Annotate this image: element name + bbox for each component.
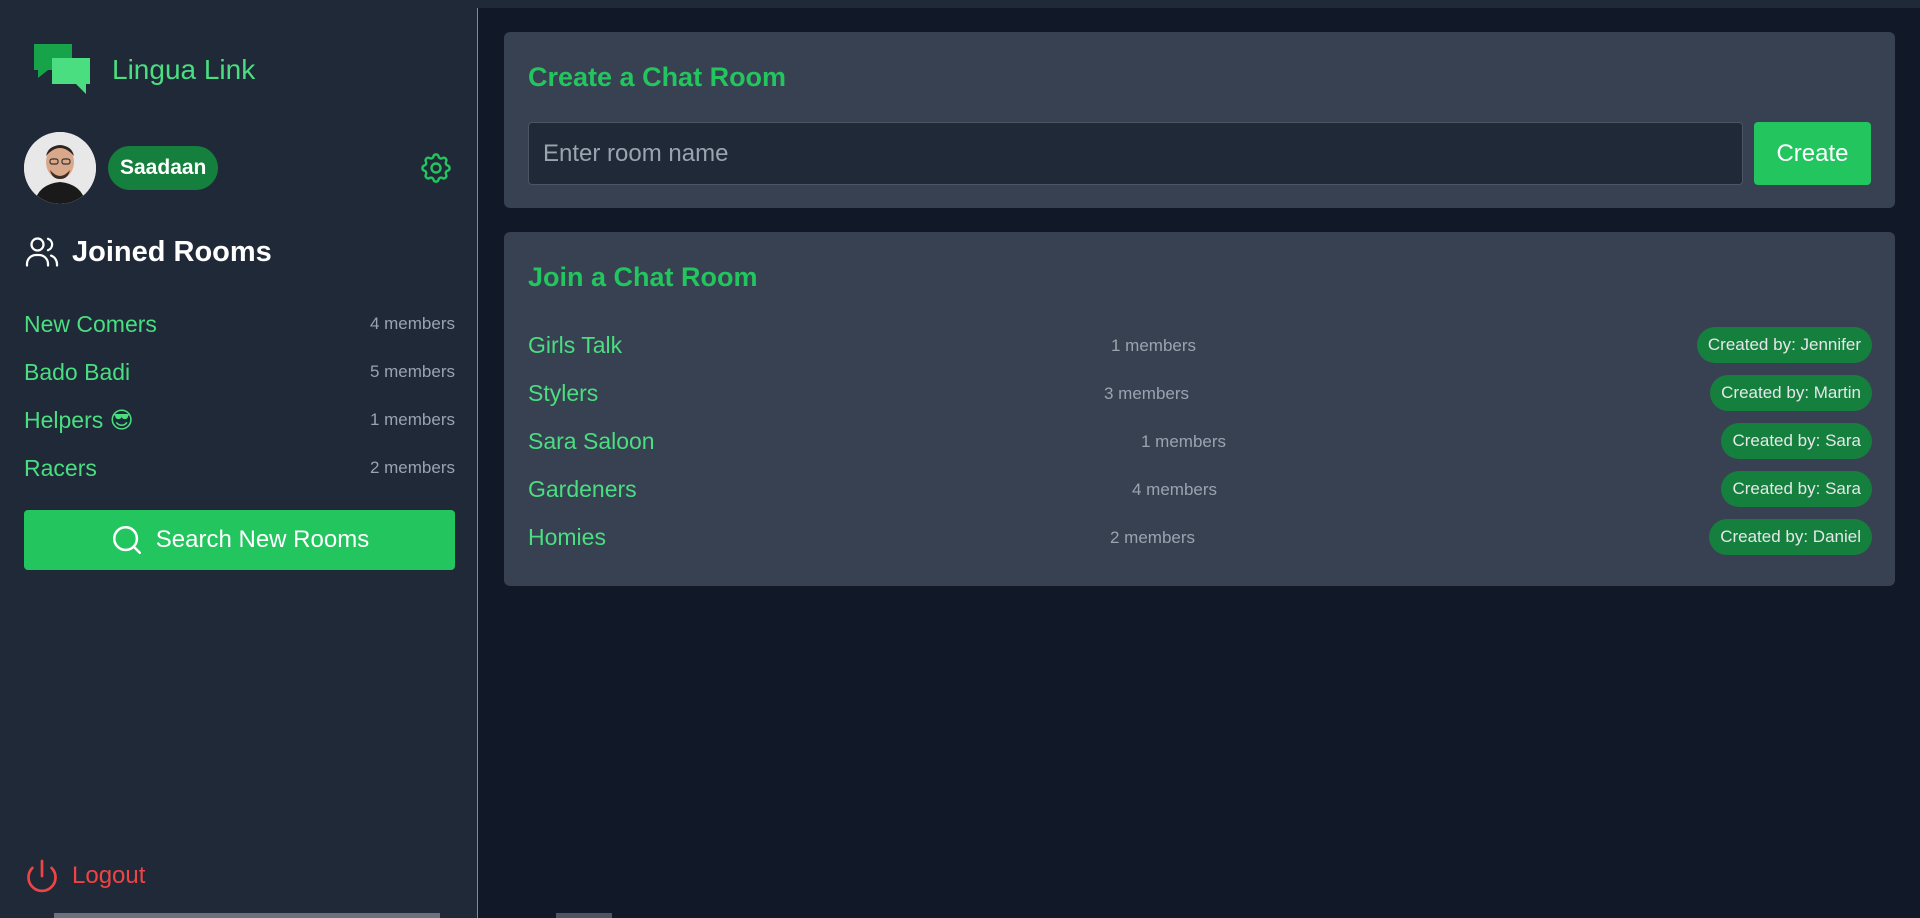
room-name-input[interactable] <box>528 122 1743 185</box>
join-room-name[interactable]: Homies <box>528 524 606 551</box>
joined-room-members: 4 members <box>369 314 455 333</box>
join-room-name[interactable]: Gardeners <box>528 476 637 503</box>
joined-room-name: Racers <box>24 454 97 481</box>
join-room-title: Join a Chat Room <box>528 262 758 292</box>
join-room-row: Homies 2 members Created by: Daniel <box>528 514 1872 562</box>
joined-room-name: Helpers 😎 <box>24 406 134 433</box>
joined-rooms-header: Joined Rooms <box>24 234 272 270</box>
join-room-name[interactable]: Stylers <box>528 380 598 407</box>
logout-label: Logout <box>72 862 146 889</box>
joined-room-name: Bado Badi <box>24 358 131 385</box>
create-room-title: Create a Chat Room <box>528 62 787 92</box>
join-room-card: Join a Chat Room Girls Talk 1 members Cr… <box>504 232 1895 586</box>
creator-badge: Created by: Daniel <box>1709 519 1872 555</box>
joined-room-members: 5 members <box>369 362 455 381</box>
joined-room-name: New Comers <box>24 310 157 337</box>
joined-room-item[interactable]: Helpers 😎 1 members <box>24 396 455 444</box>
joined-rooms-list: New Comers 4 members Bado Badi 5 members… <box>24 300 455 492</box>
user-profile: Saadaan <box>24 132 454 204</box>
users-icon <box>25 237 59 267</box>
search-icon <box>112 525 141 555</box>
joined-room-item[interactable]: Racers 2 members <box>24 444 455 492</box>
join-room-row: Stylers 3 members Created by: Martin <box>528 370 1872 418</box>
join-room-members: 3 members <box>1104 384 1190 403</box>
creator-badge: Created by: Sara <box>1721 423 1872 459</box>
joined-room-item[interactable]: Bado Badi 5 members <box>24 348 455 396</box>
app-logo[interactable]: Lingua Link <box>32 40 255 100</box>
power-icon <box>27 859 57 893</box>
create-room-card: Create a Chat Room Create <box>504 32 1895 208</box>
joined-room-members: 1 members <box>369 410 455 429</box>
join-room-members: 1 members <box>1111 336 1197 355</box>
app-name: Lingua Link <box>112 54 256 85</box>
join-room-name[interactable]: Girls Talk <box>528 332 622 359</box>
join-room-members: 1 members <box>1141 432 1227 451</box>
join-room-row: Gardeners 4 members Created by: Sara <box>528 466 1872 514</box>
join-room-members: 4 members <box>1132 480 1218 499</box>
sidebar: Lingua Link Saadaan Joined Rooms New Com… <box>0 8 478 918</box>
create-button[interactable]: Create <box>1754 122 1871 185</box>
creator-badge: Created by: Martin <box>1710 375 1872 411</box>
join-room-name[interactable]: Sara Saloon <box>528 428 655 455</box>
chat-bubbles-icon <box>34 44 90 94</box>
joined-room-members: 2 members <box>369 458 455 477</box>
joined-rooms-title: Joined Rooms <box>72 235 272 268</box>
creator-badge: Created by: Jennifer <box>1696 327 1872 363</box>
join-room-list: Girls Talk 1 members Created by: Jennife… <box>528 322 1872 562</box>
avatar[interactable] <box>24 132 96 204</box>
join-room-row: Sara Saloon 1 members Created by: Sara <box>528 418 1872 466</box>
joined-room-item[interactable]: New Comers 4 members <box>24 300 455 348</box>
logout-button[interactable]: Logout <box>24 858 145 894</box>
horizontal-scrollbar[interactable] <box>54 913 440 918</box>
gear-icon[interactable] <box>418 150 454 186</box>
join-room-members: 2 members <box>1110 528 1196 547</box>
search-button-label: Search New Rooms <box>155 526 370 553</box>
horizontal-scrollbar[interactable] <box>556 913 612 918</box>
search-new-rooms-button[interactable]: Search New Rooms <box>24 510 455 570</box>
creator-badge: Created by: Sara <box>1721 471 1872 507</box>
join-room-row: Girls Talk 1 members Created by: Jennife… <box>528 322 1872 370</box>
username-badge[interactable]: Saadaan <box>108 146 219 190</box>
top-bar <box>0 0 1920 8</box>
